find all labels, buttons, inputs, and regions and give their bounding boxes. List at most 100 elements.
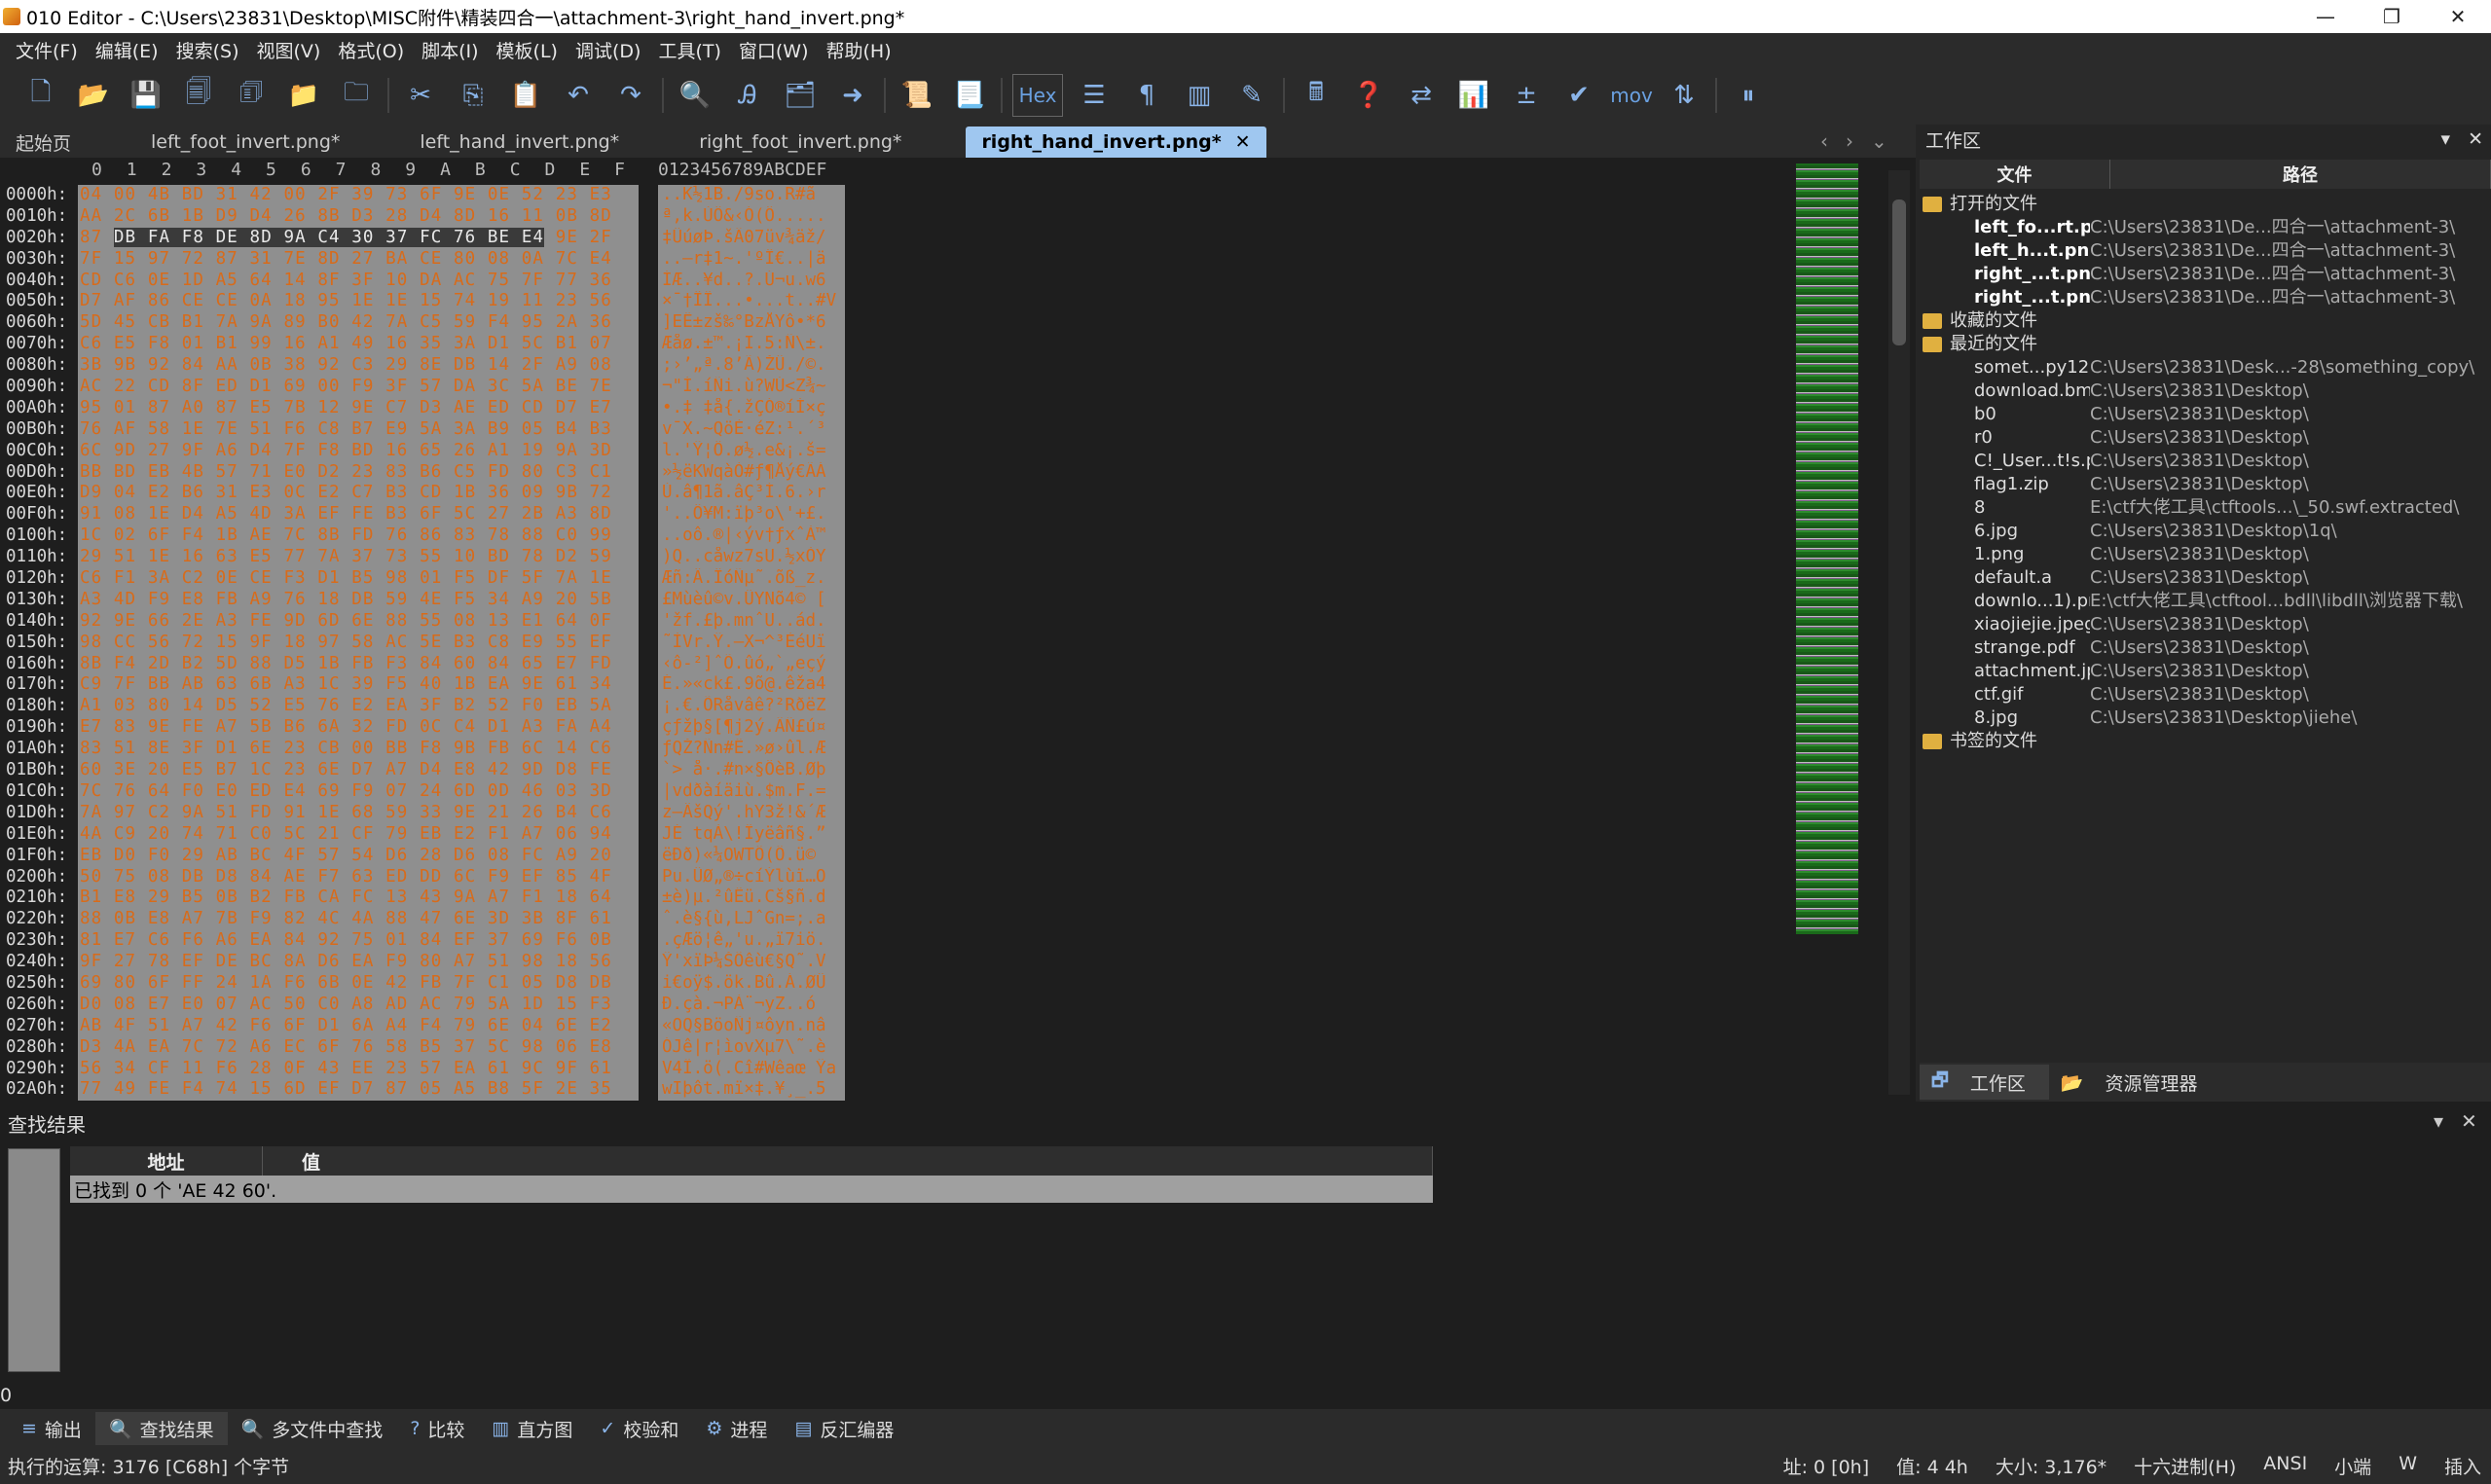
row-ascii[interactable]: ¡.€.ÕRåvâê?²RðëZ [658,696,845,718]
col-file[interactable]: 文件 [1920,160,2110,189]
checksum-icon[interactable]: ✔ [1557,74,1600,117]
list-item[interactable]: 8.jpg C:\Users\23831\Desktop\jiehe\ [1923,706,2491,730]
hex-row[interactable]: 0270h: AB 4F 51 A7 42 F6 6F D1 6A A4 F4 7… [0,1015,845,1037]
columns-icon[interactable]: ▥ [1178,74,1221,117]
row-bytes[interactable]: AA 2C 6B 1B D9 D4 26 8B D3 28 D4 8D 16 1… [78,205,639,228]
hex-row[interactable]: 0150h: 98 CC 56 72 15 9F 18 97 58 AC 5E B… [0,632,845,654]
row-bytes[interactable]: 4A C9 20 74 71 C0 5C 21 CF 79 EB E2 F1 A… [78,823,639,846]
hex-row[interactable]: 00E0h: D9 04 E2 B6 31 E3 0C E2 C7 B3 CD 1… [0,483,845,505]
hex-row[interactable]: 0050h: D7 AF 86 CE CE 0A 18 95 1E 1E 15 7… [0,291,845,313]
chevron-down-icon[interactable]: ⌄ [1871,129,1887,153]
row-ascii[interactable]: Ð.çà.¬PÀ¨­¬yZ..ó [658,994,845,1016]
row-bytes[interactable]: A1 03 80 14 D5 52 E5 76 E2 EA 3F B2 52 F… [78,696,639,718]
row-bytes[interactable]: AC 22 CD 8F ED D1 69 00 F9 3F 57 DA 3C 5… [78,377,639,398]
col-value[interactable]: 值 [263,1146,1433,1176]
row-ascii[interactable]: ƒQŽ?Ñn#Ë.»ø›ûl.Æ [658,739,845,761]
tab-start-page[interactable]: 起始页 [0,127,87,158]
open-folder-icon[interactable]: 📁 [282,74,325,117]
row-bytes[interactable]: 6C 9D 27 9F A6 D4 7F F8 BD 16 65 26 A1 1… [78,440,639,462]
hex-row[interactable]: 00B0h: 76 AF 58 1E 7E 51 F6 C8 B7 E9 5A 3… [0,418,845,441]
menu-debug[interactable]: 调试(D) [575,37,641,63]
hex-row[interactable]: 00C0h: 6C 9D 27 9F A6 D4 7F F8 BD 16 65 2… [0,440,845,462]
row-bytes[interactable]: 87 DB FA F8 DE 8D 9A C4 30 37 FC 76 BE E… [78,227,639,249]
byte-minimap[interactable] [1796,163,1858,934]
bottom-tab[interactable]: 🔍 多文件中查找 [228,1412,397,1445]
open-file-icon[interactable]: 📂 [72,74,115,117]
hex-row[interactable]: 0200h: 50 75 08 DB D8 84 AE F7 63 ED DD 6… [0,866,845,888]
list-item[interactable]: 6.jpg C:\Users\23831\Desktop\1q\ [1923,520,2491,543]
list-item[interactable]: b0 C:\Users\23831\Desktop\ [1923,403,2491,426]
list-item[interactable]: r0 C:\Users\23831\Desktop\ [1923,426,2491,450]
row-bytes[interactable]: 7F 15 97 72 87 31 7E 8D 27 BA CE 80 08 0… [78,248,639,271]
menu-template[interactable]: 模板(L) [496,37,558,63]
text-mode-icon[interactable]: ☰ [1073,74,1116,117]
row-bytes[interactable]: C6 F1 3A C2 0E CE F3 D1 B5 98 01 F5 DF 5… [78,568,639,590]
row-bytes[interactable]: D9 04 E2 B6 31 E3 0C E2 C7 B3 CD 1B 36 0… [78,483,639,505]
menu-edit[interactable]: 编辑(E) [95,37,159,63]
bottom-tab[interactable]: ✓ 校验和 [586,1412,692,1445]
list-item[interactable]: 1.png C:\Users\23831\Desktop\ [1923,543,2491,566]
row-ascii[interactable]: «OQ§BöoÑj¤ôyn.nâ [658,1015,845,1037]
chevron-down-icon[interactable]: ▾ [2434,1109,2443,1133]
hex-row[interactable]: 00A0h: 95 01 87 A0 87 E5 7B 12 9E C7 D3 A… [0,397,845,419]
find-in-files-icon[interactable]: 🗂 [779,74,822,117]
hex-row[interactable]: 01F0h: EB D0 F0 29 AB BC 4F 57 54 D6 28 D… [0,845,845,867]
row-ascii[interactable]: V4Ï.ö(.Cî#Wêaœ Ÿa [658,1058,845,1080]
row-ascii[interactable]: ..—r‡1~.'ºÎ€..|ä [658,248,845,271]
hex-row[interactable]: 01C0h: 7C 76 64 F0 E0 ED E4 69 F9 07 24 6… [0,780,845,803]
row-bytes[interactable]: 7C 76 64 F0 E0 ED E4 69 F9 07 24 6D 0D 4… [78,780,639,803]
find-icon[interactable]: 🔍 [674,74,716,117]
row-bytes[interactable]: 56 34 CF 11 F6 28 0F 43 EE 23 57 EA 61 9… [78,1058,639,1080]
status-w[interactable]: W [2399,1453,2417,1479]
row-ascii[interactable]: ˜ÌVr.Ÿ.—X¬^³ÈéUï [658,632,845,654]
hex-rows[interactable]: 0000h: 04 00 4B BD 31 42 00 2F 39 73 6F 9… [0,185,845,1102]
row-bytes[interactable]: A3 4D F9 E8 FB A9 76 18 DB 59 4E F5 34 A… [78,589,639,611]
row-bytes[interactable]: B1 E8 29 B5 0B B2 FB CA FC 13 43 9A A7 F… [78,887,639,910]
row-bytes[interactable]: 83 51 8E 3F D1 6E 23 CB 00 BB F8 9B FB 6… [78,739,639,761]
hex-row[interactable]: 0070h: C6 E5 F8 01 B1 99 16 A1 49 16 35 3… [0,334,845,356]
row-bytes[interactable]: 77 49 FE F4 74 15 6D EF D7 87 05 A5 B8 5… [78,1079,639,1102]
list-item[interactable]: downlo...1).pngE:\ctf大佬工具\ctftool...bdll… [1923,590,2491,613]
workspace-folder-icon[interactable]: 🗀 [335,74,378,117]
menu-help[interactable]: 帮助(H) [826,37,892,63]
row-bytes[interactable]: EB D0 F0 29 AB BC 4F 57 54 D6 28 D6 08 F… [78,845,639,867]
tab-left-foot[interactable]: left_foot_invert.png* [135,127,355,158]
status-insert[interactable]: 插入 [2444,1453,2481,1479]
minimize-button[interactable]: — [2292,0,2359,33]
hex-row[interactable]: 0100h: 1C 02 6F F4 1B AE 7C 8B FD 76 86 8… [0,525,845,548]
calculator-icon[interactable]: 🖩 [1295,74,1337,117]
row-bytes[interactable]: D3 4A EA 7C 72 A6 EC 6F 76 58 B5 37 5C 9… [78,1036,639,1059]
row-ascii[interactable]: JÉ tqÀ\!Ïyëâñ§.” [658,823,845,846]
list-item[interactable]: ctf.gif C:\Users\23831\Desktop\ [1923,683,2491,706]
histogram-icon[interactable]: 📊 [1452,74,1495,117]
row-ascii[interactable]: Ù.â¶1ã.âÇ³Í.6.›r [658,483,845,505]
row-ascii[interactable]: ‡ÛúøÞ.šÄ07üv¾äž/ [658,227,845,249]
paste-icon[interactable]: 📋 [504,74,547,117]
hex-row[interactable]: 0020h: 87 DB FA F8 DE 8D 9A C4 30 37 FC 7… [0,227,845,249]
hex-row[interactable]: 01A0h: 83 51 8E 3F D1 6E 23 CB 00 BB F8 9… [0,739,845,761]
hex-row[interactable]: 01E0h: 4A C9 20 74 71 C0 5C 21 CF 79 EB E… [0,823,845,846]
new-file-icon[interactable]: 🗋 [19,74,62,117]
row-bytes[interactable]: 8B F4 2D B2 5D 88 D5 1B FB F3 84 60 84 6… [78,653,639,675]
list-item[interactable]: right_...t.png*C:\Users\23831\De...四合一\a… [1923,263,2491,286]
row-ascii[interactable]: '..Ô¥M:ïþ³o\'+£. [658,504,845,526]
hex-mode-button[interactable]: Hex [1012,74,1063,117]
row-ascii[interactable]: ..K½1B./9so.R#ã [658,185,845,206]
list-item[interactable]: C!_User...t!s.pngC:\Users\23831\Desktop\ [1923,450,2491,473]
operations-icon[interactable]: ± [1505,74,1548,117]
hex-row[interactable]: 00D0h: BB BD EB 4B 57 71 E0 D2 23 83 B6 C… [0,461,845,484]
row-ascii[interactable]: `> å·.#n×§ÔèB.Øþ [658,760,845,781]
row-ascii[interactable]: .çÆö¦ê„'u.„ï7iö. [658,930,845,953]
hex-row[interactable]: 0210h: B1 E8 29 B5 0B B2 FB CA FC 13 43 9… [0,887,845,910]
list-item[interactable]: somet...py122 C:\Users\23831\Desk...-28\s… [1923,356,2491,380]
list-item[interactable]: default.a C:\Users\23831\Desktop\ [1923,566,2491,590]
row-bytes[interactable]: 69 80 6F FF 24 1A F6 6B 0E 42 FB 7F C1 0… [78,972,639,995]
row-bytes[interactable]: 92 9E 66 2E A3 FE 9D 6D 6E 88 55 08 13 E… [78,610,639,633]
row-ascii[interactable]: çƒžþ§[¶j2ý.ÄÑ£ú¤ [658,717,845,740]
row-bytes[interactable]: 81 E7 C6 F6 A6 EA 84 92 75 01 84 EF 37 6… [78,930,639,953]
undo-icon[interactable]: ↶ [557,74,600,117]
redo-icon[interactable]: ↷ [609,74,652,117]
hex-row[interactable]: 0110h: 29 51 1E 16 63 E5 77 7A 37 73 55 1… [0,547,845,569]
row-ascii[interactable]: Pu.ÛØ„®÷cíÝlùï…O [658,866,845,888]
menu-format[interactable]: 格式(O) [338,37,404,63]
